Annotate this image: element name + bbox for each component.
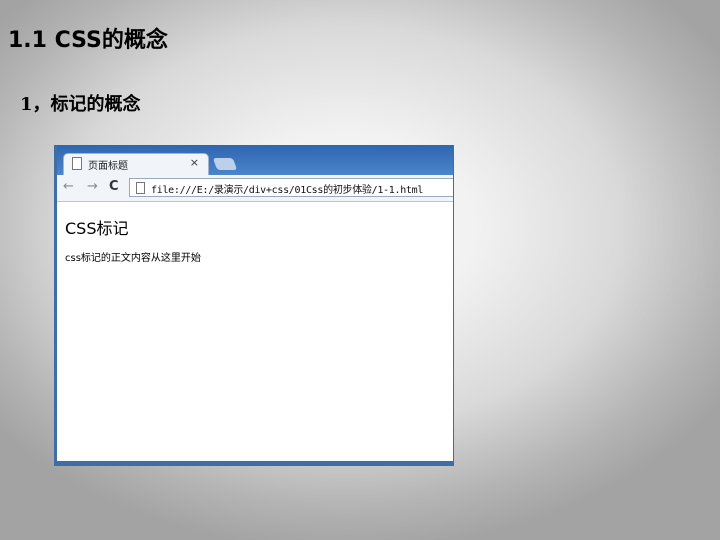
page-body-text: css标记的正文内容从这里开始 — [65, 253, 201, 264]
page-icon — [72, 157, 82, 170]
close-icon[interactable]: × — [190, 156, 199, 169]
page-icon — [136, 182, 145, 194]
arrow-right-icon[interactable]: → — [87, 179, 98, 195]
arrow-left-icon[interactable]: ← — [63, 179, 74, 195]
browser-toolbar: ← → C file:///E:/录演示/div+css/01Css的初步体验/… — [57, 175, 453, 202]
reload-icon[interactable]: C — [109, 179, 119, 195]
address-bar[interactable]: file:///E:/录演示/div+css/01Css的初步体验/1-1.ht… — [129, 178, 453, 197]
page-content: CSS标记 css标记的正文内容从这里开始 — [57, 202, 453, 461]
slide-title: 1.1 CSS的概念 — [8, 28, 168, 53]
address-text: file:///E:/录演示/div+css/01Css的初步体验/1-1.ht… — [151, 185, 424, 196]
tab-title: 页面标题 — [88, 161, 128, 172]
slide-subtitle: 1，标记的概念 — [20, 94, 141, 115]
page-heading: CSS标记 — [65, 219, 129, 238]
browser-window-screenshot: 页面标题 × ← → C file:///E:/录演示/div+css/01Cs… — [54, 145, 454, 466]
new-tab-button[interactable] — [212, 158, 238, 170]
browser-titlebar: 页面标题 × — [57, 145, 453, 175]
browser-tab[interactable]: 页面标题 × — [63, 153, 209, 175]
